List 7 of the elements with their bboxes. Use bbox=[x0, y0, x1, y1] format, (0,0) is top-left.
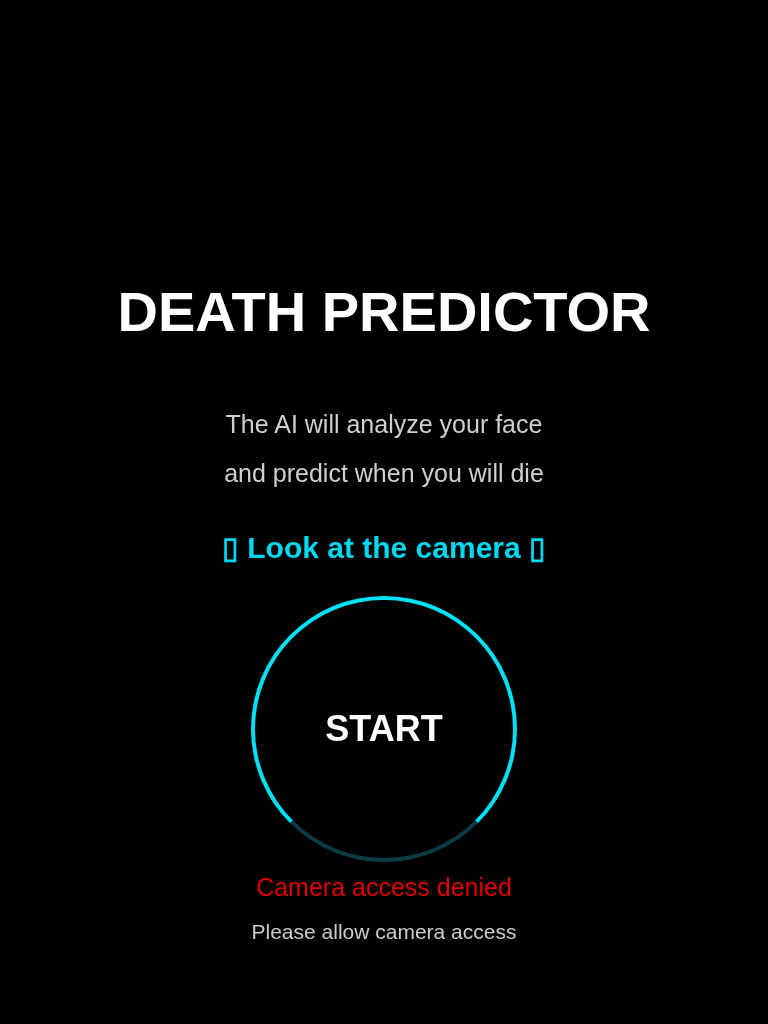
app-title: DEATH PREDICTOR bbox=[117, 282, 651, 342]
instruction-text: ▯ Look at the camera ▯ bbox=[221, 530, 547, 566]
start-button[interactable]: START bbox=[251, 596, 517, 862]
description-text: and predict when you will die bbox=[224, 458, 544, 489]
description-text: The AI will analyze your face bbox=[225, 409, 543, 440]
error-message: Camera access denied bbox=[256, 872, 512, 903]
help-text: Please allow camera access bbox=[251, 919, 517, 945]
